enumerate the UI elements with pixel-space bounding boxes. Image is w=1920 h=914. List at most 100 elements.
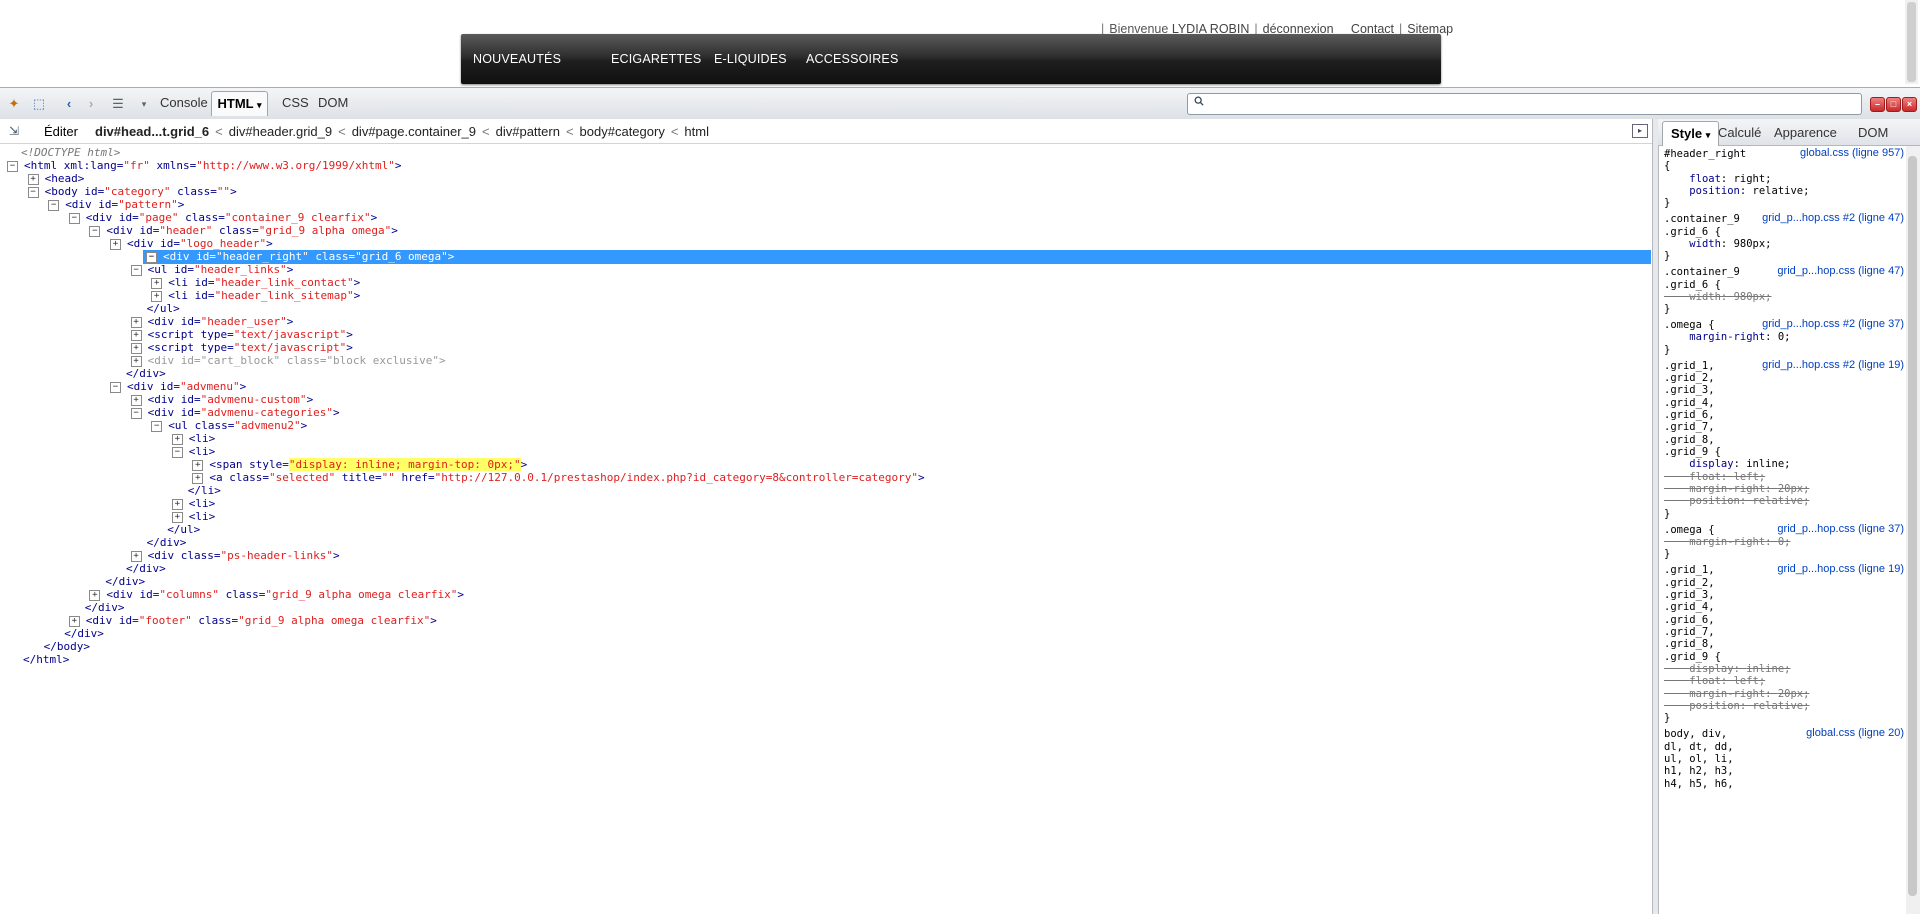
expand-icon[interactable]: + (130, 330, 142, 341)
collapse-icon[interactable]: − (7, 161, 18, 172)
breadcrumb-item[interactable]: body#category (580, 124, 665, 139)
css-property[interactable]: position: relative; (1664, 185, 1809, 198)
menu-item-ecigarettes[interactable]: ECIGARETTES (611, 52, 701, 66)
css-property[interactable]: width: 980px; (1664, 238, 1771, 251)
expand-icon[interactable]: + (130, 343, 142, 354)
tree-node[interactable]: + <div id="header_user"> (130, 315, 293, 329)
tab-console[interactable]: Console (160, 95, 208, 110)
scrollbar-thumb[interactable] (1907, 2, 1916, 82)
tree-node[interactable]: </li> (188, 484, 221, 498)
page-scrollbar[interactable] (1905, 0, 1918, 84)
css-property[interactable]: position: relative; (1664, 495, 1809, 508)
collapse-icon[interactable]: − (48, 200, 60, 211)
breadcrumb-item[interactable]: div#header.grid_9 (229, 124, 332, 139)
css-property[interactable]: margin-right: 0; (1664, 536, 1790, 549)
breadcrumb-item[interactable]: div#page.container_9 (352, 124, 476, 139)
tree-node[interactable]: − <ul id="header_links"> (130, 263, 293, 277)
collapse-icon[interactable]: − (89, 226, 101, 237)
css-source-link[interactable]: grid_p...hop.css (ligne 19) (1777, 563, 1904, 575)
css-source-link[interactable]: grid_p...hop.css (ligne 47) (1777, 265, 1904, 277)
tab-dom[interactable]: DOM (318, 95, 348, 110)
css-property[interactable]: margin-right: 20px; (1664, 688, 1809, 701)
expand-icon[interactable]: + (68, 616, 80, 627)
tab-computed[interactable]: Calculé (1718, 125, 1761, 140)
tree-node[interactable]: − <div id="page" class="container_9 clear… (68, 211, 377, 225)
tree-node[interactable]: </div> (85, 601, 125, 615)
expand-icon[interactable]: + (130, 551, 142, 562)
expand-icon[interactable]: + (171, 434, 183, 445)
toggle-panel-icon[interactable]: ▸ (1632, 124, 1648, 138)
tree-node[interactable]: + <head> (27, 172, 84, 186)
menu-item-e-liquides[interactable]: E-LIQUIDES (714, 52, 787, 66)
close-icon[interactable]: × (1902, 97, 1917, 112)
css-scrollbar[interactable] (1906, 146, 1920, 914)
collapse-icon[interactable]: − (130, 408, 142, 419)
tree-node[interactable]: </ul> (147, 302, 180, 316)
dropdown-arrow-icon[interactable]: ▾ (136, 96, 152, 112)
tree-node[interactable]: + <li> (171, 432, 215, 446)
css-source-link[interactable]: grid_p...hop.css #2 (ligne 37) (1762, 318, 1904, 330)
expand-icon[interactable]: + (171, 512, 183, 523)
tree-node[interactable]: − <div id="header" class="grid_9 alpha om… (89, 224, 398, 238)
tree-node[interactable]: <!DOCTYPE html> (21, 146, 120, 160)
collapse-icon[interactable]: − (146, 252, 157, 263)
edit-button[interactable]: Éditer (44, 124, 78, 139)
tree-node[interactable]: + <li> (171, 510, 215, 524)
collapse-icon[interactable]: − (68, 213, 80, 224)
tree-node[interactable]: </div> (126, 367, 166, 381)
tree-node[interactable]: − <div id="advmenu-categories"> (130, 406, 340, 420)
tree-node[interactable]: + <div id="columns" class="grid_9 alpha o… (89, 588, 464, 602)
tree-node[interactable]: − <div id="pattern"> (48, 198, 184, 212)
collapse-icon[interactable]: − (171, 447, 183, 458)
breadcrumb-item[interactable]: html (684, 124, 709, 139)
detach-icon[interactable]: □ (1886, 97, 1901, 112)
tree-node[interactable]: + <div id="cart_block" class="block exclu… (130, 354, 446, 368)
tree-node[interactable]: + <li id="header_link_contact"> (151, 276, 360, 290)
breadcrumb-item[interactable]: div#pattern (496, 124, 560, 139)
tree-node[interactable]: − <li> (171, 445, 215, 459)
tab-side-dom[interactable]: DOM (1858, 125, 1888, 140)
expand-icon[interactable]: + (192, 473, 204, 484)
tree-node[interactable]: </div> (147, 536, 187, 550)
tab-html[interactable]: HTML ▾ (211, 91, 268, 116)
tree-node[interactable]: + <a class="selected" title="" href="http… (192, 471, 925, 485)
css-property[interactable]: display: inline; (1664, 458, 1790, 471)
css-source-link[interactable]: grid_p...hop.css #2 (ligne 19) (1762, 359, 1904, 371)
tree-node[interactable]: + <div id="advmenu-custom"> (130, 393, 313, 407)
menu-item-accessoires[interactable]: ACCESSOIRES (806, 52, 899, 66)
css-property[interactable]: float: left; (1664, 471, 1765, 484)
tree-node[interactable]: + <div id="logo_header"> (110, 237, 273, 251)
search-input[interactable] (1187, 93, 1862, 115)
expand-icon[interactable]: + (171, 499, 183, 510)
css-source-link[interactable]: global.css (ligne 957) (1800, 147, 1904, 159)
tab-css[interactable]: CSS (282, 95, 309, 110)
tree-node[interactable]: − <div id="advmenu"> (110, 380, 246, 394)
tree-node[interactable]: + <span style="display: inline; margin-to… (192, 458, 527, 472)
css-property[interactable]: margin-right: 20px; (1664, 483, 1809, 496)
collapse-icon[interactable]: − (27, 187, 39, 198)
tab-style[interactable]: Style ▾ (1662, 121, 1720, 146)
tree-node[interactable]: </html> (23, 653, 69, 667)
firebug-bug-icon[interactable]: ✦ (6, 96, 22, 112)
css-source-link[interactable]: grid_p...hop.css (ligne 37) (1777, 523, 1904, 535)
tree-node[interactable]: </body> (44, 640, 90, 654)
collapse-icon[interactable]: − (151, 421, 163, 432)
tree-node[interactable]: − <html xml:lang="fr" xmlns="http://www.w… (7, 159, 402, 173)
tree-node[interactable]: + <li id="header_link_sitemap"> (151, 289, 360, 303)
list-menu-icon[interactable]: ☰ (110, 96, 126, 112)
tree-node[interactable]: + <li> (171, 497, 215, 511)
scrollbar-thumb[interactable] (1908, 156, 1917, 896)
tree-node[interactable]: + <div class="ps-header-links"> (130, 549, 340, 563)
expand-icon[interactable]: + (130, 356, 142, 367)
expand-icon[interactable]: + (130, 317, 142, 328)
tree-node[interactable]: − <body id="category" class=""> (27, 185, 237, 199)
tree-node[interactable]: + <script type="text/javascript"> (130, 328, 353, 342)
css-source-link[interactable]: global.css (ligne 20) (1806, 727, 1904, 739)
css-property[interactable]: display: inline; (1664, 663, 1790, 676)
css-property[interactable]: float: right; (1664, 173, 1771, 186)
expand-icon[interactable]: ⇲ (9, 124, 19, 138)
tree-node[interactable]: + <script type="text/javascript"> (130, 341, 353, 355)
tree-node[interactable]: + <div id="footer" class="grid_9 alpha om… (68, 614, 437, 628)
tab-layout[interactable]: Apparence (1774, 125, 1837, 140)
breadcrumb-item[interactable]: div#head...t.grid_6 (95, 124, 209, 139)
